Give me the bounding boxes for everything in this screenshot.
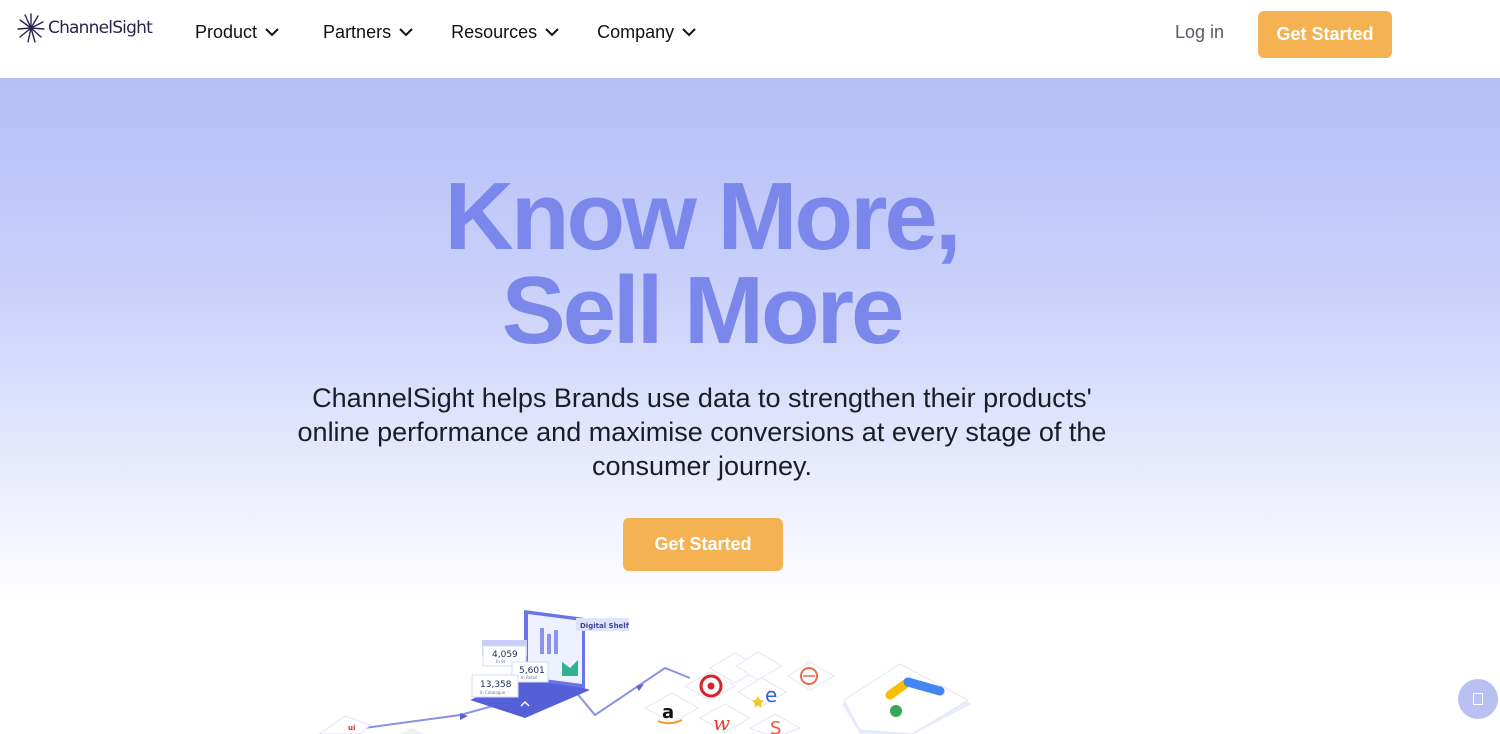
nav-item-resources[interactable]: Resources (451, 22, 559, 43)
hero-title: Know More, Sell More (0, 163, 1403, 364)
badge-label: Digital Shelf (580, 622, 630, 630)
left-card: ui (319, 715, 371, 734)
nav-item-label: Company (597, 22, 675, 42)
w-logo-icon: w (713, 711, 730, 734)
main-nav: Product Partners Resources Company (195, 22, 696, 43)
hero-illustration: ui 4,059 In St 5,601 In Retail 13,358 In… (319, 610, 972, 734)
stat-label: In St (496, 659, 506, 664)
nav-item-company[interactable]: Company (597, 22, 696, 43)
stat-label: In Retail (521, 675, 537, 680)
amazon-logo-icon: a (662, 702, 674, 723)
nav-item-partners[interactable]: Partners (323, 22, 413, 43)
s-logo-icon: S (770, 718, 781, 734)
top-navbar: ChannelSight Product Partners Resources … (0, 0, 1500, 78)
chat-icon (1473, 693, 1483, 705)
stat-value: 13,358 (480, 680, 512, 690)
nav-item-label: Product (195, 22, 258, 42)
chevron-down-icon (265, 28, 279, 37)
brand-name: ChannelSight (48, 18, 153, 38)
svg-text:ui: ui (348, 724, 355, 732)
stat-label: In Catalogue (480, 690, 506, 695)
hero-subtitle: ChannelSight helps Brands use data to st… (297, 383, 1107, 481)
chevron-down-icon (399, 28, 413, 37)
get-started-button-nav[interactable]: Get Started (1258, 11, 1392, 58)
chevron-down-icon (682, 28, 696, 37)
stat-card: 13,358 In Catalogue (471, 674, 519, 698)
starburst-icon (17, 13, 45, 43)
digital-shelf-badge: Digital Shelf (576, 618, 630, 631)
flow-arrow-icon (636, 684, 644, 691)
chevron-down-icon (545, 28, 559, 37)
get-started-button-hero[interactable]: Get Started (623, 518, 783, 571)
hero-title-line-1: Know More, (444, 163, 962, 270)
nav-item-label: Resources (451, 22, 538, 42)
retailer-tiles: e a w S (643, 651, 835, 734)
google-ads-tile (842, 663, 972, 734)
login-link[interactable]: Log in (1175, 22, 1224, 43)
hero-title-line-2: Sell More (501, 257, 905, 364)
chat-widget-button[interactable] (1458, 679, 1498, 719)
nav-item-label: Partners (323, 22, 392, 42)
nav-item-product[interactable]: Product (195, 22, 279, 43)
ebay-logo-icon: e (765, 683, 777, 707)
brand-logo[interactable]: ChannelSight (17, 12, 153, 44)
